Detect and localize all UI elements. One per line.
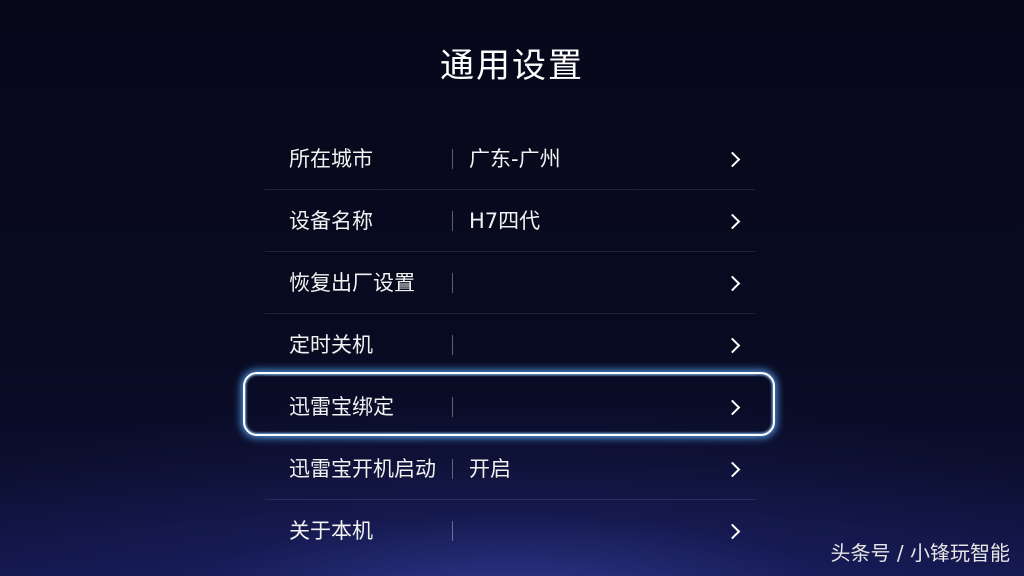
settings-row-device-name[interactable]: 设备名称 H7四代 (265, 190, 755, 252)
row-label: 恢复出厂设置 (289, 271, 415, 295)
divider (452, 335, 453, 355)
divider (452, 521, 453, 541)
divider (452, 211, 453, 231)
row-value: 广东-广州 (469, 147, 561, 171)
row-label: 定时关机 (289, 333, 373, 357)
settings-row-about[interactable]: 关于本机 (265, 500, 755, 562)
row-label: 关于本机 (289, 519, 373, 543)
chevron-right-icon (724, 399, 741, 416)
settings-list: 所在城市 广东-广州 设备名称 H7四代 恢复出厂设置 定时关机 迅雷宝绑定 迅… (265, 128, 755, 562)
divider (452, 273, 453, 293)
settings-row-scheduled-shutdown[interactable]: 定时关机 (265, 314, 755, 376)
row-value: 开启 (469, 457, 511, 481)
settings-row-xunlei-bind[interactable]: 迅雷宝绑定 (265, 376, 755, 438)
divider (452, 149, 453, 169)
chevron-right-icon (724, 275, 741, 292)
row-label: 设备名称 (289, 209, 373, 233)
chevron-right-icon (724, 151, 741, 168)
row-label: 迅雷宝开机启动 (289, 457, 436, 481)
settings-row-city[interactable]: 所在城市 广东-广州 (265, 128, 755, 190)
row-value: H7四代 (469, 209, 541, 233)
chevron-right-icon (724, 337, 741, 354)
page-title: 通用设置 (440, 46, 584, 86)
settings-row-factory-reset[interactable]: 恢复出厂设置 (265, 252, 755, 314)
row-label: 所在城市 (289, 147, 373, 171)
chevron-right-icon (724, 461, 741, 478)
watermark: 头条号 / 小锋玩智能 (830, 541, 1010, 565)
divider (452, 397, 453, 417)
divider (452, 459, 453, 479)
chevron-right-icon (724, 523, 741, 540)
settings-row-xunlei-autostart[interactable]: 迅雷宝开机启动 开启 (265, 438, 755, 500)
row-label: 迅雷宝绑定 (289, 395, 394, 419)
chevron-right-icon (724, 213, 741, 230)
